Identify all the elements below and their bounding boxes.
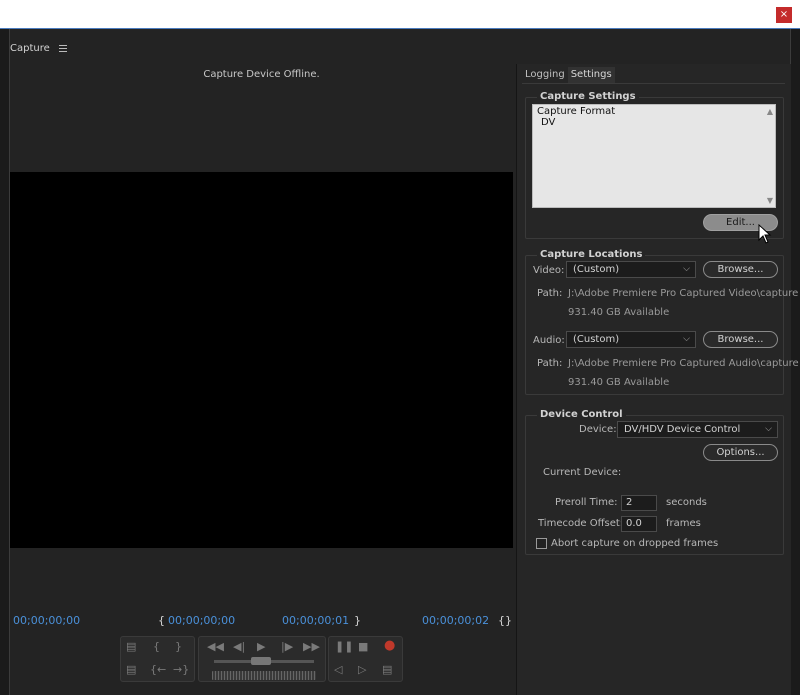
stop-icon[interactable]: ■ <box>358 641 368 652</box>
video-path: J:\Adobe Premiere Pro Captured Video\cap… <box>568 288 799 299</box>
timecode-offset-label: Timecode Offset: <box>538 518 624 529</box>
in-point-bracket-icon: { <box>158 614 165 627</box>
scroll-up-icon[interactable]: ▲ <box>767 107 773 116</box>
audio-location-select[interactable]: (Custom) ⌵ <box>566 331 696 348</box>
in-point-timecode[interactable]: 00;00;00;00 <box>168 614 235 627</box>
step-forward-icon[interactable]: |▶ <box>281 641 293 652</box>
window-titlebar: × <box>0 0 800 29</box>
tab-divider <box>522 83 785 84</box>
rewind-icon[interactable]: ◀◀ <box>207 641 224 652</box>
chevron-down-icon: ⌵ <box>683 264 690 274</box>
video-path-label: Path: <box>537 288 563 299</box>
set-in-icon[interactable]: { <box>153 641 160 652</box>
device-control-title: Device Control <box>537 409 626 420</box>
device-status: Capture Device Offline. <box>203 69 320 80</box>
timecode-offset-input[interactable]: 0.0 <box>621 516 657 532</box>
panel-menu-icon[interactable] <box>58 44 67 52</box>
mouse-cursor-icon <box>758 224 772 244</box>
abort-capture-checkbox[interactable] <box>536 538 547 549</box>
video-preview <box>10 172 513 548</box>
current-device-label: Current Device: <box>543 467 622 478</box>
background-left <box>0 29 9 695</box>
video-available: 931.40 GB Available <box>568 307 670 318</box>
tab-bar: Logging Settings <box>522 67 615 83</box>
panel-title: Capture <box>10 42 50 54</box>
video-location-value: (Custom) <box>573 264 620 275</box>
go-to-in-icon[interactable]: {← <box>150 664 166 675</box>
log-clip-icon[interactable]: ▤ <box>126 641 136 652</box>
slow-play-icon[interactable]: ▷ <box>358 664 366 675</box>
current-timecode[interactable]: 00;00;00;00 <box>13 614 80 627</box>
scene-detect-right-icon[interactable]: ▤ <box>382 664 392 675</box>
preroll-input[interactable]: 2 <box>621 495 657 511</box>
video-location-select[interactable]: (Custom) ⌵ <box>566 261 696 278</box>
audio-browse-button[interactable]: Browse... <box>703 331 778 348</box>
tab-logging[interactable]: Logging <box>522 67 568 83</box>
scroll-down-icon[interactable]: ▼ <box>767 196 773 205</box>
slow-reverse-icon[interactable]: ◁ <box>334 664 342 675</box>
set-out-icon[interactable]: } <box>175 641 182 652</box>
capture-format-box: Capture Format DV ▲ ▼ <box>532 104 776 208</box>
fast-forward-icon[interactable]: ▶▶ <box>303 641 320 652</box>
device-value: DV/HDV Device Control <box>624 424 741 435</box>
record-icon[interactable]: ● <box>384 639 395 652</box>
chevron-down-icon: ⌵ <box>683 334 690 344</box>
video-label: Video: <box>533 265 565 276</box>
device-select[interactable]: DV/HDV Device Control ⌵ <box>617 421 778 438</box>
capture-format-value: DV <box>541 117 556 128</box>
out-point-timecode[interactable]: 00;00;00;02 <box>422 614 489 627</box>
audio-available: 931.40 GB Available <box>568 377 670 388</box>
jog-wheel[interactable] <box>212 671 316 680</box>
close-button[interactable]: × <box>776 7 792 23</box>
out-point-bracket-icon: } <box>354 614 361 627</box>
tab-settings[interactable]: Settings <box>567 67 615 83</box>
panel-header: Capture <box>10 40 67 56</box>
video-browse-button[interactable]: Browse... <box>703 261 778 278</box>
step-back-icon[interactable]: ◀| <box>233 641 245 652</box>
options-button[interactable]: Options... <box>703 444 778 461</box>
device-label: Device: <box>579 424 617 435</box>
capture-locations-title: Capture Locations <box>537 249 646 260</box>
capture-format-label: Capture Format <box>537 106 616 117</box>
go-to-out-icon[interactable]: →} <box>173 664 189 675</box>
audio-label: Audio: <box>533 335 565 346</box>
play-icon[interactable]: ▶ <box>257 641 265 652</box>
abort-capture-label: Abort capture on dropped frames <box>551 538 719 549</box>
scene-detect-icon[interactable]: ▤ <box>126 664 136 675</box>
capture-settings-title: Capture Settings <box>537 91 639 102</box>
audio-path-label: Path: <box>537 358 563 369</box>
shuttle-slider[interactable] <box>251 657 271 665</box>
preroll-label: Preroll Time: <box>555 497 618 508</box>
audio-path: J:\Adobe Premiere Pro Captured Audio\cap… <box>568 358 799 369</box>
timecode-offset-unit: frames <box>666 518 701 529</box>
preroll-unit: seconds <box>666 497 707 508</box>
clear-in-out-icon[interactable]: {} <box>498 614 512 627</box>
audio-location-value: (Custom) <box>573 334 620 345</box>
pause-icon[interactable]: ❚❚ <box>335 641 353 652</box>
chevron-down-icon: ⌵ <box>765 424 772 434</box>
duration-timecode[interactable]: 00;00;00;01 <box>282 614 349 627</box>
